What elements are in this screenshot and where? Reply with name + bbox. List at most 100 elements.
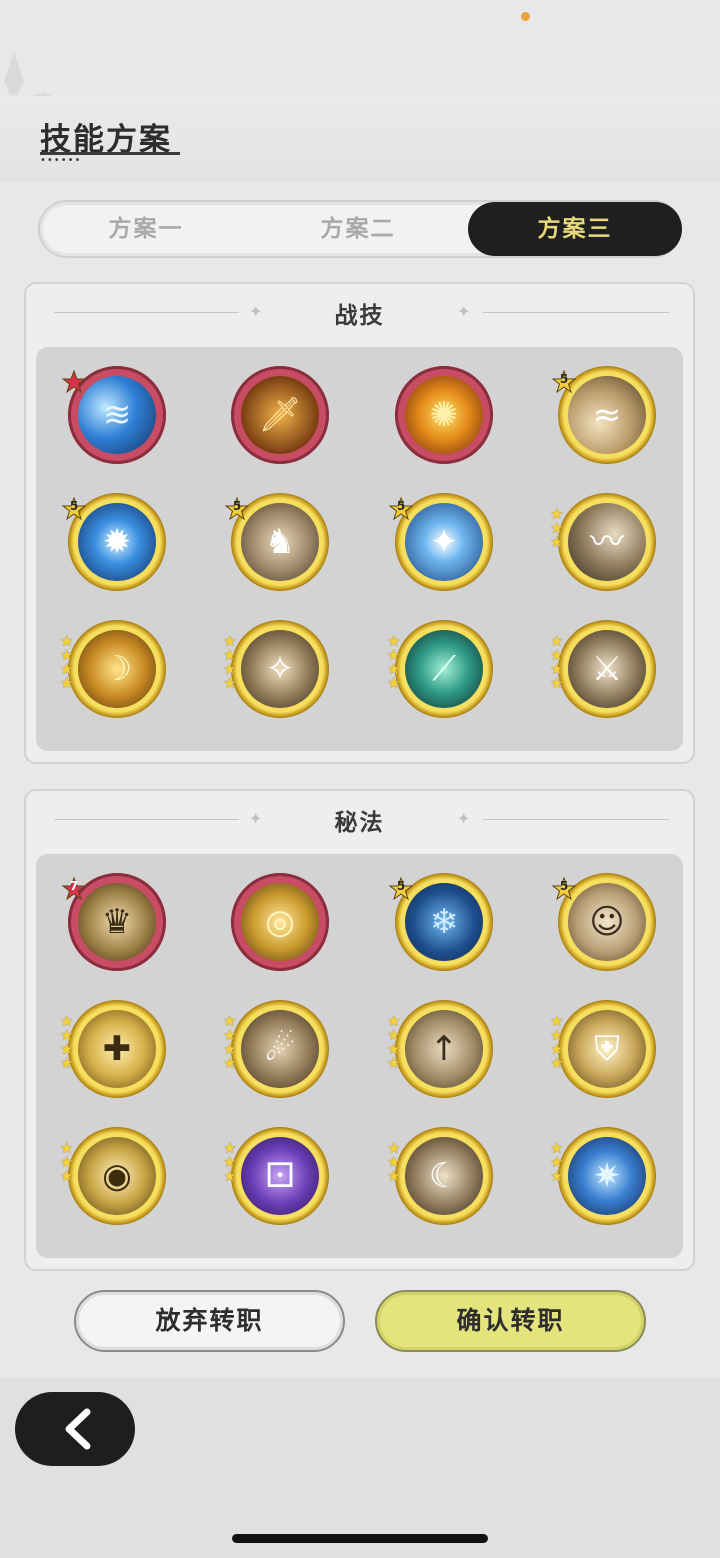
icon-glyph: ≈ <box>592 395 622 435</box>
icon-art: ✚ <box>78 1010 156 1088</box>
green-slash-skill-icon[interactable]: ⟋ ★ ★ ★ ★ <box>387 620 493 718</box>
icon-glyph: ☺ <box>589 902 625 942</box>
sword-strike-skill-icon[interactable]: ⚔ ★ ★ ★ ★ <box>550 620 656 718</box>
badge-number: 5 <box>396 879 406 893</box>
blue-star-skill-icon[interactable]: ✦ 5 <box>388 493 493 591</box>
icon-glyph: ✚ <box>102 1029 132 1069</box>
icon-art: ✹ <box>78 503 156 581</box>
star-icon: ★ <box>387 1054 401 1072</box>
back-button[interactable] <box>15 1392 135 1466</box>
icon-glyph: ✦ <box>429 522 459 562</box>
icon-glyph: ≋ <box>102 395 132 435</box>
star-icon: ★ <box>550 674 564 692</box>
charging-beast-skill-icon[interactable]: ♞ 5 <box>224 493 329 591</box>
icon-art: ⟋ <box>405 630 483 708</box>
icon-glyph: ✧ <box>265 649 295 689</box>
tab-plan-2[interactable]: 方案二 <box>252 202 464 256</box>
star-badge-icon: 5 <box>61 496 87 521</box>
chevron-left-icon <box>65 1408 91 1450</box>
golden-ring-icon[interactable]: ◎ <box>231 873 329 971</box>
star-orbit-skill-icon[interactable]: ✧ ★ ★ ★ ★ <box>223 620 329 718</box>
icon-art: ✺ <box>405 376 483 454</box>
icon-glyph: ☽ <box>101 649 133 689</box>
purple-dice-icon[interactable]: ⚀ ★ ★ ★ <box>223 1127 329 1225</box>
icon-glyph: ↑ <box>429 1029 459 1069</box>
icon-art: ♞ <box>241 503 319 581</box>
title-dots: •••••• <box>40 155 82 166</box>
water-wave-skill-icon[interactable]: ≋ <box>61 366 166 464</box>
hooded-figure-icon[interactable]: ☺ 5 <box>551 873 656 971</box>
sword-up-icon[interactable]: ↑ ★ ★ ★ ★ <box>387 1000 493 1098</box>
snowflake-icon[interactable]: ❄ 5 <box>388 873 493 971</box>
fire-burst-skill-icon[interactable]: ✺ <box>395 366 493 464</box>
status-dot <box>521 12 530 21</box>
ice-crystal-icon[interactable]: ✷ ★ ★ ★ <box>550 1127 656 1225</box>
wind-swirl-skill-icon[interactable]: ≈5 <box>551 366 656 464</box>
icon-art: 〰 <box>568 503 646 581</box>
icon-art: ☺ <box>568 883 646 961</box>
divider-line <box>483 819 669 820</box>
star-rating: ★ ★ ★ ★ <box>387 1014 403 1072</box>
secret-panel-header: ✦ 秘法 ✦ <box>26 791 693 851</box>
abandon-class-change-button[interactable]: 放弃转职 <box>74 1290 345 1352</box>
icon-art: ⚀ <box>241 1137 319 1215</box>
star-icon: ★ <box>550 1054 564 1072</box>
star-icon: ★ <box>60 674 74 692</box>
star-badge-icon: 5 <box>388 496 414 521</box>
star-rating: ★ ★ ★ ★ <box>387 634 403 692</box>
beast-head-icon[interactable]: ☾ ★ ★ ★ <box>387 1127 493 1225</box>
icon-glyph: ♞ <box>264 522 296 562</box>
star-icon: ★ <box>223 1167 237 1185</box>
badge-number: 5 <box>559 879 569 893</box>
star-icon: ★ <box>387 1167 401 1185</box>
icon-glyph: 🗡 <box>258 395 302 435</box>
skills-panel-title: 战技 <box>334 303 385 329</box>
icon-glyph: ⟋ <box>432 649 456 689</box>
star-rating: ★ ★ ★ <box>223 1141 239 1185</box>
all-seeing-eye-icon[interactable]: ◉ ★ ★ ★ <box>60 1127 166 1225</box>
blue-vortex-skill-icon[interactable]: ✹ 5 <box>61 493 166 591</box>
icon-art: ❄ <box>405 883 483 961</box>
sparkle-icon: ✦ <box>457 302 471 321</box>
icon-art: ✦ <box>405 503 483 581</box>
golden-swords-skill-icon[interactable]: 🗡 <box>231 366 329 464</box>
star-rating: ★ ★ ★ ★ <box>223 1014 239 1072</box>
icon-glyph: ☾ <box>428 1156 460 1196</box>
icon-art: ◎ <box>241 883 319 961</box>
icon-art: ☾ <box>405 1137 483 1215</box>
sparkle-icon: ✦ <box>457 809 471 828</box>
crowned-figures-icon[interactable]: ♛ 7 <box>61 873 166 971</box>
golden-slash-skill-icon[interactable]: ☽ ★ ★ ★ ★ <box>60 620 166 718</box>
tab-plan-3[interactable]: 方案三 <box>468 202 682 256</box>
star-icon: ★ <box>223 1054 237 1072</box>
icon-art: ≈ <box>568 376 646 454</box>
icon-glyph: ◉ <box>102 1156 132 1196</box>
confirm-class-change-button[interactable]: 确认转职 <box>375 1290 646 1352</box>
icon-glyph: ⚀ <box>265 1156 295 1196</box>
icon-art: ⛨ <box>568 1010 646 1088</box>
skills-grid: ≋ 🗡 ✺ ≈5 ✹ 5 ♞ 5 ✦ 5 〰 ★ ★ ★ ☽ ★ ★ ★ ★ ✧ ★ ★ ★ ★ ⟋ ★ ★ ★ ★ ⚔ ★ ★ ★ ★ <box>36 347 683 751</box>
secret-grid: ♛ 7 ◎ ❄ 5 ☺ 5 ✚ ★ ★ ★ ★ ☄ ★ ★ ★ ★ ↑ ★ ★ ★ ★ ⛨ ★ ★ ★ ★ ◉ ★ ★ ★ ⚀ ★ ★ ★ ☾ ★ ★ ★ ✷… <box>36 854 683 1258</box>
star-icon: ★ <box>60 1167 74 1185</box>
icon-art: ☽ <box>78 630 156 708</box>
wind-slash-skill-icon[interactable]: 〰 ★ ★ ★ <box>550 493 656 591</box>
star-rating: ★ ★ ★ ★ <box>223 634 239 691</box>
icon-art: ♛ <box>78 883 156 961</box>
shield-icon[interactable]: ⛨ ★ ★ ★ ★ <box>550 1000 656 1098</box>
star-badge-icon <box>61 369 87 394</box>
star-rating: ★ ★ ★ ★ <box>60 634 76 692</box>
icon-art: ↑ <box>405 1010 483 1088</box>
claw-strike-icon[interactable]: ☄ ★ ★ ★ ★ <box>223 1000 329 1098</box>
secret-panel-title: 秘法 <box>334 810 385 836</box>
star-icon: ★ <box>60 1054 74 1072</box>
healer-icon[interactable]: ✚ ★ ★ ★ ★ <box>60 1000 166 1098</box>
badge-number: 7 <box>69 879 79 893</box>
badge-number: 5 <box>69 499 79 513</box>
badge-number: 5 <box>232 499 242 513</box>
icon-glyph: ⚔ <box>591 649 623 689</box>
star-badge-icon: 5 <box>388 876 414 901</box>
icon-glyph: ♛ <box>101 902 133 942</box>
star-rating: ★ ★ ★ <box>387 1141 403 1185</box>
star-icon: ★ <box>387 674 401 692</box>
tab-plan-1[interactable]: 方案一 <box>40 202 252 256</box>
